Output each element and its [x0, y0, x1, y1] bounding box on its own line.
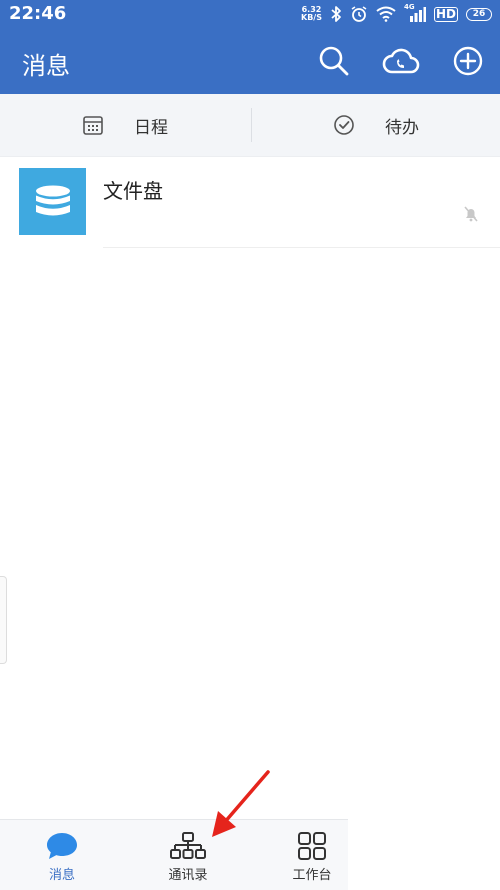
calendar-icon	[83, 116, 103, 135]
wifi-icon	[376, 6, 396, 22]
nav-contacts-label: 通讯录	[168, 868, 208, 883]
signal-icon	[409, 7, 426, 22]
chat-bubble-icon	[47, 833, 77, 859]
network-speed-unit: KB/S	[301, 13, 322, 22]
todo-label: 待办	[385, 117, 419, 138]
quick-actions-bar: 日程 待办	[0, 94, 500, 157]
bottom-navigation: 消息 通讯录 工作台	[0, 819, 348, 890]
check-circle-icon	[334, 115, 354, 135]
nav-messages[interactable]: 消息	[2, 820, 122, 890]
page-title: 消息	[22, 52, 70, 80]
alarm-icon	[351, 6, 367, 22]
schedule-label: 日程	[134, 117, 168, 138]
nav-workbench-label: 工作台	[292, 868, 332, 883]
hd-badge: HD	[433, 6, 458, 22]
cloud-call-button[interactable]	[381, 44, 421, 78]
annotation-arrow	[212, 770, 270, 837]
conversation-divider	[103, 247, 500, 248]
database-icon	[35, 185, 70, 215]
grid-icon	[298, 832, 326, 860]
plus-circle-icon	[453, 46, 483, 76]
cloud-phone-icon	[382, 48, 420, 74]
floating-side-handle[interactable]	[0, 576, 7, 664]
search-icon	[319, 46, 349, 76]
todo-button[interactable]: 待办	[251, 94, 500, 156]
add-button[interactable]	[451, 44, 485, 78]
bell-muted-icon	[464, 206, 478, 222]
network-speed: 6.32 KB/S	[301, 6, 322, 22]
bluetooth-icon	[331, 6, 341, 22]
cellular-signal: 4G	[404, 3, 426, 23]
conversation-item-file-disk[interactable]: 文件盘	[0, 157, 500, 249]
conversation-title: 文件盘	[103, 179, 163, 203]
battery-indicator: 26	[466, 7, 492, 21]
status-time: 22:46	[9, 3, 67, 24]
schedule-button[interactable]: 日程	[0, 94, 250, 156]
conversation-avatar	[19, 168, 86, 235]
nav-messages-label: 消息	[48, 868, 75, 883]
app-header: 消息	[0, 28, 500, 94]
search-button[interactable]	[317, 44, 351, 78]
screenshot-crop-area	[348, 819, 500, 889]
status-bar: 22:46 6.32 KB/S 4G HD 26	[0, 0, 500, 28]
status-icons: 6.32 KB/S 4G HD 26	[301, 3, 492, 25]
